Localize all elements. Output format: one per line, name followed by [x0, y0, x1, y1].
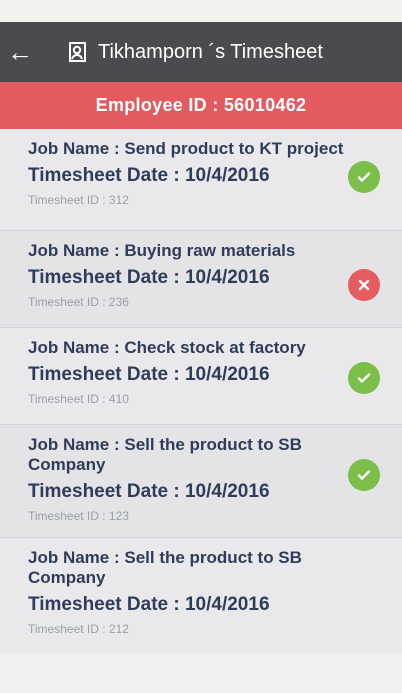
- app-bar: ← Tikhamporn ´s Timesheet: [0, 22, 402, 82]
- timesheet-date: Timesheet Date : 10/4/2016: [28, 165, 270, 186]
- job-name: Job Name : Sell the product to SB Compan…: [28, 435, 302, 474]
- back-button[interactable]: ←: [0, 22, 40, 82]
- job-name: Job Name : Buying raw materials: [28, 241, 296, 260]
- timesheet-list: Job Name : Send product to KT project Ti…: [0, 129, 402, 653]
- arrow-left-icon: ←: [7, 37, 33, 67]
- employee-id-banner: Employee ID : 56010462: [0, 82, 402, 129]
- timesheet-id: Timesheet ID : 236: [28, 295, 129, 309]
- timesheet-date: Timesheet Date : 10/4/2016: [28, 481, 270, 502]
- user-icon: [64, 39, 90, 65]
- approved-check-icon: [348, 362, 380, 394]
- status-strip: [0, 0, 402, 22]
- page-title: Tikhamporn ´s Timesheet: [98, 40, 323, 63]
- timesheet-row[interactable]: Job Name : Send product to KT project Ti…: [0, 129, 402, 231]
- timesheet-row[interactable]: Job Name : Sell the product to SB Compan…: [0, 425, 402, 538]
- timesheet-date: Timesheet Date : 10/4/2016: [28, 594, 270, 615]
- timesheet-id: Timesheet ID : 410: [28, 392, 129, 406]
- approved-check-icon: [348, 459, 380, 491]
- timesheet-row[interactable]: Job Name : Buying raw materials Timeshee…: [0, 231, 402, 328]
- timesheet-id: Timesheet ID : 123: [28, 509, 129, 523]
- timesheet-date: Timesheet Date : 10/4/2016: [28, 267, 270, 288]
- approved-check-icon: [348, 161, 380, 193]
- job-name: Job Name : Send product to KT project: [28, 139, 344, 158]
- timesheet-date: Timesheet Date : 10/4/2016: [28, 364, 270, 385]
- rejected-x-icon: [348, 269, 380, 301]
- timesheet-row[interactable]: Job Name : Check stock at factory Timesh…: [0, 328, 402, 425]
- job-name: Job Name : Check stock at factory: [28, 338, 306, 357]
- timesheet-id: Timesheet ID : 312: [28, 193, 129, 207]
- timesheet-id: Timesheet ID : 212: [28, 622, 129, 636]
- job-name: Job Name : Sell the product to SB Compan…: [28, 548, 302, 587]
- timesheet-row[interactable]: Job Name : Sell the product to SB Compan…: [0, 538, 402, 653]
